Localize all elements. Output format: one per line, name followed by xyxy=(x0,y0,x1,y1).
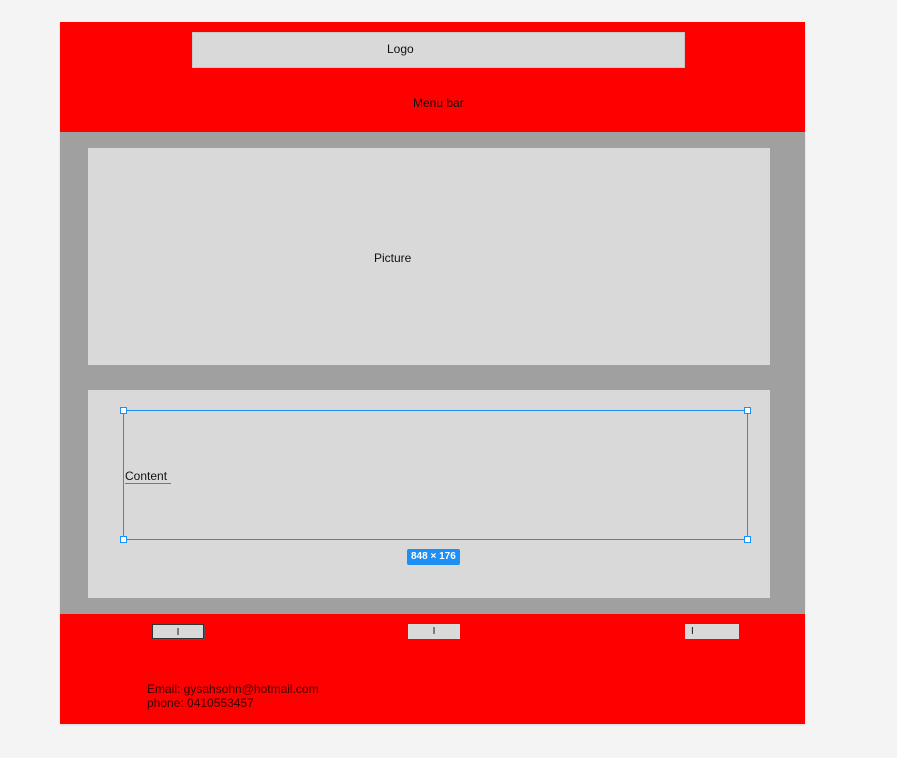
resize-handle-bottom-left[interactable] xyxy=(120,536,127,543)
resize-handle-top-left[interactable] xyxy=(120,407,127,414)
content-label[interactable]: Content xyxy=(125,469,172,484)
selection-size-badge: 848 × 176 xyxy=(407,549,460,565)
content-selection-box[interactable]: Content xyxy=(120,407,751,543)
header: Logo Menu bar xyxy=(60,22,805,132)
menu-bar-label[interactable]: Menu bar xyxy=(413,96,464,110)
picture-label: Picture xyxy=(374,251,412,265)
footer: I I I Email: gysahsohn@hotmail.com phone… xyxy=(60,614,805,724)
footer-button-2[interactable]: I xyxy=(408,624,460,639)
picture-placeholder[interactable]: Picture xyxy=(88,148,770,365)
contact-email: Email: gysahsohn@hotmail.com xyxy=(147,682,319,696)
resize-handle-top-right[interactable] xyxy=(744,407,751,414)
footer-button-1[interactable]: I xyxy=(152,624,204,639)
contact-info: Email: gysahsohn@hotmail.com phone: 0410… xyxy=(147,682,319,710)
page-frame: Logo Menu bar Picture Content 848 × 176 … xyxy=(60,22,805,724)
resize-handle-bottom-right[interactable] xyxy=(744,536,751,543)
logo-label: Logo xyxy=(387,42,414,56)
contact-phone: phone: 0410553457 xyxy=(147,696,254,710)
content-panel: Content 848 × 176 xyxy=(88,390,770,598)
footer-button-3[interactable]: I xyxy=(685,624,739,639)
logo-placeholder[interactable]: Logo xyxy=(192,32,685,68)
